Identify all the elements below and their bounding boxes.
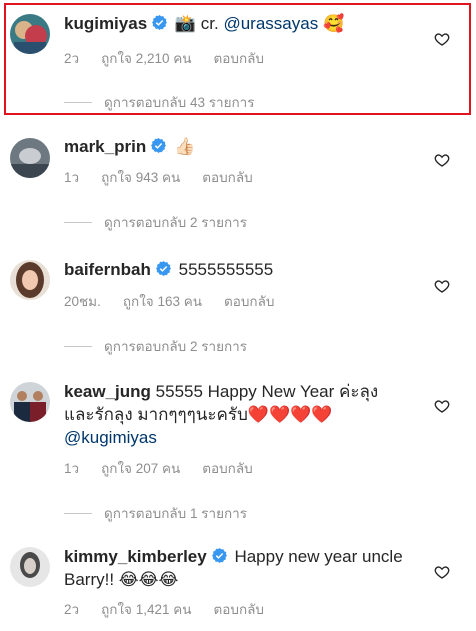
divider-line [64,221,92,223]
view-replies-button[interactable]: ดูการตอบกลับ 2 รายการ [64,335,247,357]
mention-link[interactable]: @kugimiyas [64,428,157,447]
comment-item: kimmy_kimberley Happy new year uncle Bar… [0,530,476,631]
username-link[interactable]: baifernbah [64,260,151,279]
red-heart-emoji: ❤️❤️❤️❤️ [247,405,333,424]
like-count[interactable]: ถูกใจ 207 คน [101,461,180,476]
comment-text-part: 5555555555 [178,260,274,279]
comment-text: kugimiyas 📸 cr. @urassayas 🥰 [64,12,414,35]
verified-badge-icon [155,261,171,276]
reply-button[interactable]: ตอบกลับ [202,170,252,185]
comment-text-part: cr. [196,14,224,33]
username-link[interactable]: keaw_jung [64,382,151,401]
avatar[interactable] [10,14,50,54]
divider-line [64,345,92,347]
avatar[interactable] [10,138,50,178]
divider-line [64,512,92,514]
avatar[interactable] [10,382,50,422]
view-replies-label: ดูการตอบกลับ 2 รายการ [104,339,247,354]
username-link[interactable]: kugimiyas [64,14,147,33]
reply-button[interactable]: ตอบกลับ [224,294,274,309]
comment-time: 1ว [64,461,80,476]
comment-meta: 20ชม. ถูกใจ 163 คน ตอบกลับ [64,290,296,312]
comment-item: baifernbah 5555555555 20ชม. ถูกใจ 163 คน ต… [0,242,476,370]
comment-item: mark_prin 👍🏻 1ว ถูกใจ 943 คน ตอบกลับ ดูการ… [0,118,476,242]
comment-text: mark_prin 👍🏻 [64,135,414,158]
heart-outline-icon[interactable] [434,398,450,414]
mention-link[interactable]: @urassayas [223,14,318,33]
comment-time: 20ชม. [64,294,101,309]
comment-text: baifernbah 5555555555 [64,258,414,281]
avatar[interactable] [10,547,50,587]
verified-badge-icon [211,548,227,563]
like-count[interactable]: ถูกใจ 1,421 คน [101,602,191,617]
reply-button[interactable]: ตอบกลับ [202,461,252,476]
comment-item: kugimiyas 📸 cr. @urassayas 🥰 2ว ถูกใจ 2,2… [0,0,476,118]
view-replies-button[interactable]: ดูการตอบกลับ 2 รายการ [64,211,247,233]
comment-time: 2ว [64,602,80,617]
heart-outline-icon[interactable] [434,152,450,168]
comment-meta: 2ว ถูกใจ 1,421 คน ตอบกลับ [64,598,286,620]
like-count[interactable]: ถูกใจ 2,210 คน [101,51,191,66]
thumbs-up-emoji: 👍🏻 [173,137,196,156]
verified-badge-icon [152,15,168,30]
verified-badge-icon [151,138,167,153]
comment-time: 1ว [64,170,80,185]
heart-outline-icon[interactable] [434,564,450,580]
comment-text: kimmy_kimberley Happy new year uncle Bar… [64,545,414,591]
view-replies-button[interactable]: ดูการตอบกลับ 1 รายการ [64,502,247,524]
comment-item: keaw_jung 55555 Happy New Year ค่ะลุง แล… [0,370,476,530]
smiling-hearts-emoji: 🥰 [322,14,345,33]
comment-meta: 1ว ถูกใจ 207 คน ตอบกลับ [64,457,275,479]
view-replies-label: ดูการตอบกลับ 43 รายการ [104,95,255,110]
reply-button[interactable]: ตอบกลับ [214,51,264,66]
username-link[interactable]: mark_prin [64,137,146,156]
comment-time: 2ว [64,51,80,66]
laughing-tears-emoji: 😂😂😂 [118,570,179,589]
heart-outline-icon[interactable] [434,278,450,294]
view-replies-button[interactable]: ดูการตอบกลับ 43 รายการ [64,91,255,113]
camera-flash-emoji: 📸 [174,14,197,33]
heart-outline-icon[interactable] [434,31,450,47]
comment-meta: 1ว ถูกใจ 943 คน ตอบกลับ [64,166,275,188]
reply-button[interactable]: ตอบกลับ [214,602,264,617]
like-count[interactable]: ถูกใจ 163 คน [123,294,202,309]
comment-meta: 2ว ถูกใจ 2,210 คน ตอบกลับ [64,47,286,69]
avatar[interactable] [10,260,50,300]
comment-text: keaw_jung 55555 Happy New Year ค่ะลุง แล… [64,380,404,449]
view-replies-label: ดูการตอบกลับ 2 รายการ [104,215,247,230]
divider-line [64,101,92,103]
like-count[interactable]: ถูกใจ 943 คน [101,170,180,185]
view-replies-label: ดูการตอบกลับ 1 รายการ [104,506,247,521]
username-link[interactable]: kimmy_kimberley [64,547,207,566]
